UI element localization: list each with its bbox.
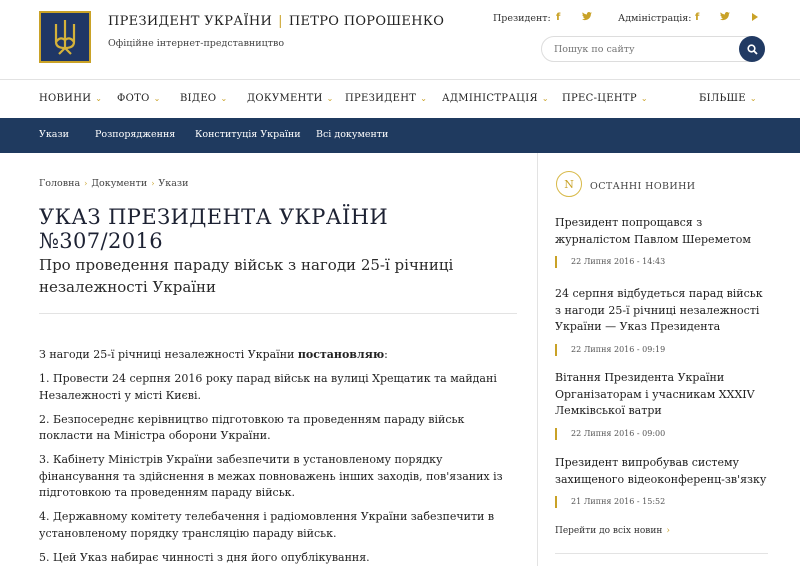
chevron-right-icon: › <box>151 179 155 188</box>
site-subtitle: Офіційне інтернет-представництво <box>108 38 285 49</box>
chevron-down-icon: ⌄ <box>640 94 648 103</box>
news-date: 22 Липня 2016 - 14:43 <box>555 256 770 268</box>
intro-end: : <box>384 348 388 361</box>
breadcrumb-documents[interactable]: Документи <box>91 178 147 189</box>
breadcrumb-home[interactable]: Головна <box>39 178 80 189</box>
nav-label: ФОТО <box>117 93 150 104</box>
administration-social-label: Адміністрація: <box>618 13 692 24</box>
all-news-link[interactable]: Перейти до всіх новин › <box>555 526 670 536</box>
subnav-constitution[interactable]: Конституція України <box>195 129 301 140</box>
documents-subnav: Укази Розпорядження Конституція України … <box>0 118 800 153</box>
subnav-decrees[interactable]: Укази <box>39 129 69 140</box>
youtube-icon[interactable] <box>749 12 759 25</box>
nav-news[interactable]: НОВИНИ ⌄ <box>39 93 102 104</box>
divider <box>555 553 768 554</box>
news-title[interactable]: Президент випробував систему захищеного … <box>555 455 770 488</box>
latest-news-heading: ОСТАННІ НОВИНИ <box>590 181 696 192</box>
news-item[interactable]: Президент попрощався з журналістом Павло… <box>555 215 770 268</box>
nav-more[interactable]: БІЛЬШЕ ⌄ <box>699 93 757 104</box>
facebook-icon[interactable]: f <box>695 12 699 23</box>
twitter-icon[interactable] <box>720 12 730 24</box>
chevron-down-icon: ⌄ <box>749 94 757 103</box>
decree-paragraph: 4. Державному комітету телебачення і рад… <box>39 510 495 540</box>
search-button[interactable] <box>739 36 765 62</box>
breadcrumb: Головна › Документи › Укази <box>39 178 188 189</box>
chevron-down-icon: ⌄ <box>153 94 161 103</box>
chevron-right-icon: › <box>666 526 670 536</box>
decree-intro: З нагоди 25-ї річниці незалежності Украї… <box>39 347 509 364</box>
decree-paragraph: 5. Цей Указ набирає чинності з дня його … <box>39 550 370 564</box>
chevron-down-icon: ⌄ <box>541 94 549 103</box>
main-navigation: НОВИНИ ⌄ ФОТО ⌄ ВІДЕО ⌄ ДОКУМЕНТИ ⌄ ПРЕЗИДЕН… <box>0 80 800 118</box>
nav-label: ВІДЕО <box>180 93 217 104</box>
nav-administration[interactable]: АДМІНІСТРАЦІЯ ⌄ <box>442 93 549 104</box>
nav-video[interactable]: ВІДЕО ⌄ <box>180 93 227 104</box>
decree-paragraph: 3. Кабінету Міністрів України забезпечит… <box>39 453 503 499</box>
decree-body: З нагоди 25-ї річниці незалежності Украї… <box>39 347 509 566</box>
news-item[interactable]: Президент випробував систему захищеного … <box>555 455 770 508</box>
search-box <box>541 36 765 62</box>
intro-bold: постановляю <box>297 348 385 361</box>
nav-label: ПРЕЗИДЕНТ <box>345 93 417 104</box>
decree-paragraph: 2. Безпосереднє керівництво підготовкою … <box>39 412 465 443</box>
intro-text: З нагоди 25-ї річниці незалежності Украї… <box>39 348 298 361</box>
news-date: 21 Липня 2016 - 15:52 <box>555 496 770 508</box>
news-date: 22 Липня 2016 - 09:19 <box>555 343 770 356</box>
subnav-all-documents[interactable]: Всі документи <box>316 129 388 140</box>
subnav-orders[interactable]: Розпорядження <box>95 129 175 140</box>
chevron-down-icon: ⌄ <box>326 94 334 103</box>
all-news-label: Перейти до всіх новин <box>555 526 663 536</box>
chevron-down-icon: ⌄ <box>220 94 228 103</box>
twitter-icon[interactable] <box>582 12 592 24</box>
nav-label: ПРЕС-ЦЕНТР <box>562 93 637 104</box>
nav-documents[interactable]: ДОКУМЕНТИ ⌄ <box>247 93 334 104</box>
news-item[interactable]: 24 серпня відбудеться парад військ з наг… <box>555 286 770 356</box>
trident-emblem-icon[interactable] <box>39 11 91 63</box>
news-icon: N <box>556 171 582 197</box>
news-title[interactable]: 24 серпня відбудеться парад військ з наг… <box>555 286 770 336</box>
nav-president[interactable]: ПРЕЗИДЕНТ ⌄ <box>345 93 427 104</box>
divider <box>39 313 517 314</box>
nav-label: БІЛЬШЕ <box>699 93 746 104</box>
nav-label: НОВИНИ <box>39 93 92 104</box>
site-title-left: ПРЕЗИДЕНТ УКРАЇНИ <box>108 14 273 29</box>
news-title[interactable]: Президент попрощався з журналістом Павло… <box>555 215 770 248</box>
news-title[interactable]: Вітання Президента України Організаторам… <box>555 370 770 420</box>
decree-paragraph: 1. Провести 24 серпня 2016 року парад ві… <box>39 372 497 402</box>
news-date: 22 Липня 2016 - 09:00 <box>555 427 770 440</box>
nav-label: ДОКУМЕНТИ <box>247 93 323 104</box>
chevron-down-icon: ⌄ <box>420 94 428 103</box>
search-icon <box>746 40 758 59</box>
chevron-down-icon: ⌄ <box>95 94 103 103</box>
nav-press-center[interactable]: ПРЕС-ЦЕНТР ⌄ <box>562 93 648 104</box>
site-header: ПРЕЗИДЕНТ УКРАЇНИ | ПЕТРО ПОРОШЕНКО Офіцій… <box>0 0 800 80</box>
news-item[interactable]: Вітання Президента України Організаторам… <box>555 370 770 440</box>
search-input[interactable] <box>554 42 734 56</box>
nav-photo[interactable]: ФОТО ⌄ <box>117 93 161 104</box>
chevron-right-icon: › <box>84 179 88 188</box>
facebook-icon[interactable]: f <box>556 12 560 23</box>
page-title: УКАЗ ПРЕЗИДЕНТА УКРАЇНИ №307/2016 <box>39 205 389 253</box>
nav-label: АДМІНІСТРАЦІЯ <box>442 93 538 104</box>
page-subtitle: Про проведення параду військ з нагоди 25… <box>39 256 454 296</box>
breadcrumb-decrees[interactable]: Укази <box>158 178 188 189</box>
title-separator: | <box>278 14 283 29</box>
site-title-right: ПЕТРО ПОРОШЕНКО <box>288 14 445 29</box>
site-title[interactable]: ПРЕЗИДЕНТ УКРАЇНИ | ПЕТРО ПОРОШЕНКО <box>108 14 444 29</box>
president-social-label: Президент: <box>493 13 551 24</box>
